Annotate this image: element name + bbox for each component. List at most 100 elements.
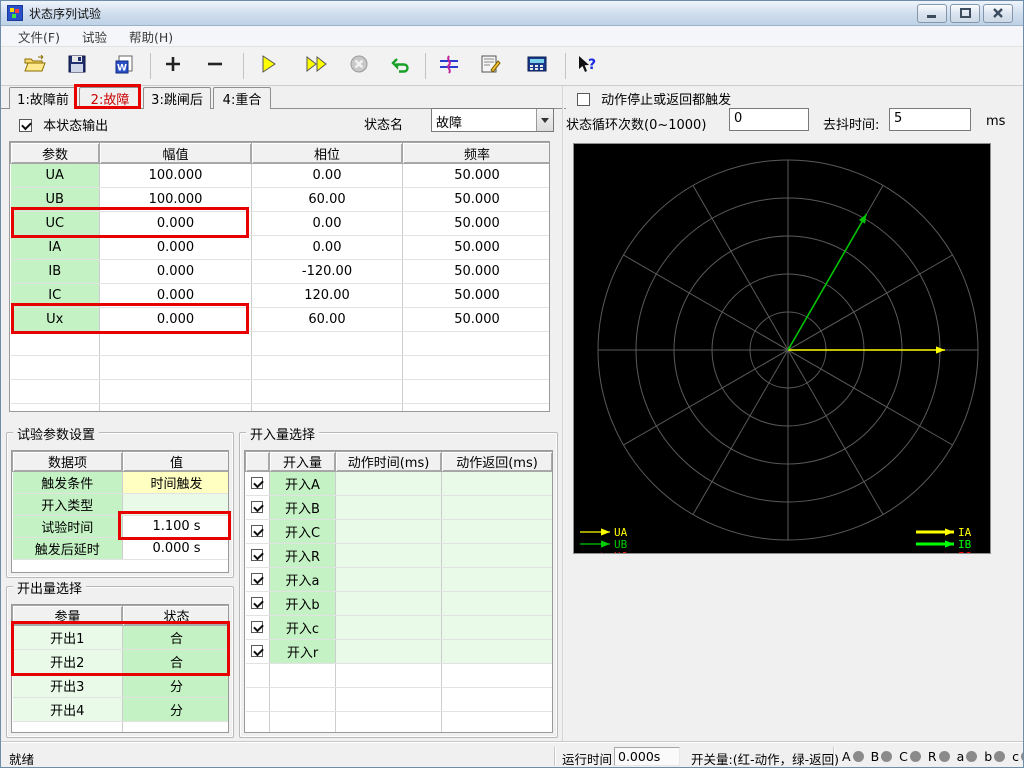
param-value-cell[interactable]: 0.000 bbox=[100, 236, 252, 260]
tab-state-4[interactable]: 4:重合 bbox=[213, 87, 271, 109]
param-value-cell[interactable]: 0.000 bbox=[100, 260, 252, 284]
input-ret-time-cell[interactable] bbox=[442, 520, 553, 544]
input-row-checkbox[interactable] bbox=[251, 501, 263, 513]
trigger-checkbox-box[interactable] bbox=[577, 93, 590, 106]
combo-dropdown-button[interactable] bbox=[536, 109, 553, 131]
close-button[interactable] bbox=[983, 4, 1013, 23]
menu-item-1[interactable]: 试验 bbox=[71, 25, 118, 48]
state-output-checkbox-box[interactable] bbox=[19, 119, 32, 132]
run-all-button[interactable] bbox=[300, 51, 334, 81]
input-ret-time-cell[interactable] bbox=[442, 616, 553, 640]
input-name-cell[interactable]: 开入c bbox=[270, 616, 336, 640]
param-value-cell[interactable]: 50.000 bbox=[403, 260, 551, 284]
loop-count-input[interactable]: 0 bbox=[729, 108, 809, 131]
input-ret-time-cell[interactable] bbox=[442, 640, 553, 664]
param-value-cell[interactable]: 60.00 bbox=[252, 308, 403, 332]
input-row-checkbox[interactable] bbox=[251, 549, 263, 561]
run-button[interactable] bbox=[252, 51, 286, 81]
menu-item-0[interactable]: 文件(F) bbox=[7, 25, 71, 48]
param-value-cell[interactable]: 50.000 bbox=[403, 308, 551, 332]
param-name-cell[interactable]: IB bbox=[11, 260, 100, 284]
output-name-cell[interactable]: 开出3 bbox=[13, 674, 123, 698]
input-act-time-cell[interactable] bbox=[336, 472, 442, 496]
output-state-cell[interactable]: 合 bbox=[123, 626, 230, 650]
param-value-cell[interactable]: 50.000 bbox=[403, 188, 551, 212]
tab-state-3[interactable]: 3:跳闸后 bbox=[143, 87, 211, 109]
param-value-cell[interactable]: 50.000 bbox=[403, 284, 551, 308]
tab-state-2[interactable]: 2:故障 bbox=[79, 87, 141, 109]
input-name-cell[interactable]: 开入A bbox=[270, 472, 336, 496]
open-button[interactable] bbox=[18, 51, 52, 81]
test-params-value-cell[interactable]: 0.000 s bbox=[123, 538, 230, 560]
input-row-checkbox[interactable] bbox=[251, 621, 263, 633]
input-row-checkbox[interactable] bbox=[251, 597, 263, 609]
param-name-cell[interactable]: IC bbox=[11, 284, 100, 308]
input-act-time-cell[interactable] bbox=[336, 616, 442, 640]
input-ret-time-cell[interactable] bbox=[442, 496, 553, 520]
param-name-cell[interactable]: IA bbox=[11, 236, 100, 260]
input-name-cell[interactable]: 开入a bbox=[270, 568, 336, 592]
input-act-time-cell[interactable] bbox=[336, 568, 442, 592]
test-params-value-cell[interactable]: 时间触发 bbox=[123, 472, 230, 494]
test-params-value-cell[interactable] bbox=[123, 494, 230, 516]
param-value-cell[interactable]: 0.00 bbox=[252, 212, 403, 236]
param-value-cell[interactable]: -120.00 bbox=[252, 260, 403, 284]
input-name-cell[interactable]: 开入r bbox=[270, 640, 336, 664]
remove-state-button[interactable] bbox=[198, 51, 232, 81]
input-row-checkbox[interactable] bbox=[251, 477, 263, 489]
param-name-cell[interactable]: UC bbox=[11, 212, 100, 236]
param-value-cell[interactable]: 0.000 bbox=[100, 212, 252, 236]
input-ret-time-cell[interactable] bbox=[442, 544, 553, 568]
input-name-cell[interactable]: 开入B bbox=[270, 496, 336, 520]
param-value-cell[interactable]: 0.000 bbox=[100, 308, 252, 332]
context-help-button[interactable]: ? bbox=[570, 51, 604, 81]
param-name-cell[interactable]: UA bbox=[11, 164, 100, 188]
output-wiring-button[interactable] bbox=[432, 51, 466, 81]
param-value-cell[interactable]: 100.000 bbox=[100, 164, 252, 188]
input-name-cell[interactable]: 开入R bbox=[270, 544, 336, 568]
undo-button[interactable] bbox=[384, 51, 418, 81]
stop-button[interactable] bbox=[342, 51, 376, 81]
state-name-combo[interactable]: 故障 bbox=[431, 108, 554, 132]
param-value-cell[interactable]: 50.000 bbox=[403, 164, 551, 188]
soft-panel-button[interactable] bbox=[520, 51, 554, 81]
output-state-cell[interactable]: 分 bbox=[123, 698, 230, 722]
debounce-input[interactable]: 5 bbox=[889, 108, 971, 131]
output-name-cell[interactable]: 开出2 bbox=[13, 650, 123, 674]
input-ret-time-cell[interactable] bbox=[442, 568, 553, 592]
report-button[interactable] bbox=[474, 51, 508, 81]
input-ret-time-cell[interactable] bbox=[442, 592, 553, 616]
input-name-cell[interactable]: 开入b bbox=[270, 592, 336, 616]
output-name-cell[interactable]: 开出1 bbox=[13, 626, 123, 650]
input-name-cell[interactable]: 开入C bbox=[270, 520, 336, 544]
output-state-cell[interactable]: 合 bbox=[123, 650, 230, 674]
output-state-cell[interactable]: 分 bbox=[123, 674, 230, 698]
param-name-cell[interactable]: UB bbox=[11, 188, 100, 212]
maximize-button[interactable] bbox=[950, 4, 980, 23]
output-name-cell[interactable]: 开出4 bbox=[13, 698, 123, 722]
input-act-time-cell[interactable] bbox=[336, 496, 442, 520]
input-ret-time-cell[interactable] bbox=[442, 472, 553, 496]
input-act-time-cell[interactable] bbox=[336, 592, 442, 616]
save-button[interactable] bbox=[60, 51, 94, 81]
state-output-checkbox[interactable]: 本状态输出 bbox=[19, 115, 108, 134]
export-word-button[interactable]: W bbox=[108, 51, 142, 81]
input-act-time-cell[interactable] bbox=[336, 640, 442, 664]
input-row-checkbox[interactable] bbox=[251, 573, 263, 585]
param-name-cell[interactable]: Ux bbox=[11, 308, 100, 332]
param-value-cell[interactable]: 0.00 bbox=[252, 236, 403, 260]
param-value-cell[interactable]: 120.00 bbox=[252, 284, 403, 308]
param-value-cell[interactable]: 0.000 bbox=[100, 284, 252, 308]
input-row-checkbox[interactable] bbox=[251, 525, 263, 537]
tab-state-1[interactable]: 1:故障前 bbox=[9, 87, 77, 109]
menu-item-2[interactable]: 帮助(H) bbox=[118, 25, 184, 48]
minimize-button[interactable] bbox=[917, 4, 947, 23]
param-value-cell[interactable]: 50.000 bbox=[403, 236, 551, 260]
add-state-button[interactable] bbox=[156, 51, 190, 81]
param-value-cell[interactable]: 0.00 bbox=[252, 164, 403, 188]
input-act-time-cell[interactable] bbox=[336, 544, 442, 568]
param-value-cell[interactable]: 60.00 bbox=[252, 188, 403, 212]
param-value-cell[interactable]: 100.000 bbox=[100, 188, 252, 212]
input-row-checkbox[interactable] bbox=[251, 645, 263, 657]
input-act-time-cell[interactable] bbox=[336, 520, 442, 544]
